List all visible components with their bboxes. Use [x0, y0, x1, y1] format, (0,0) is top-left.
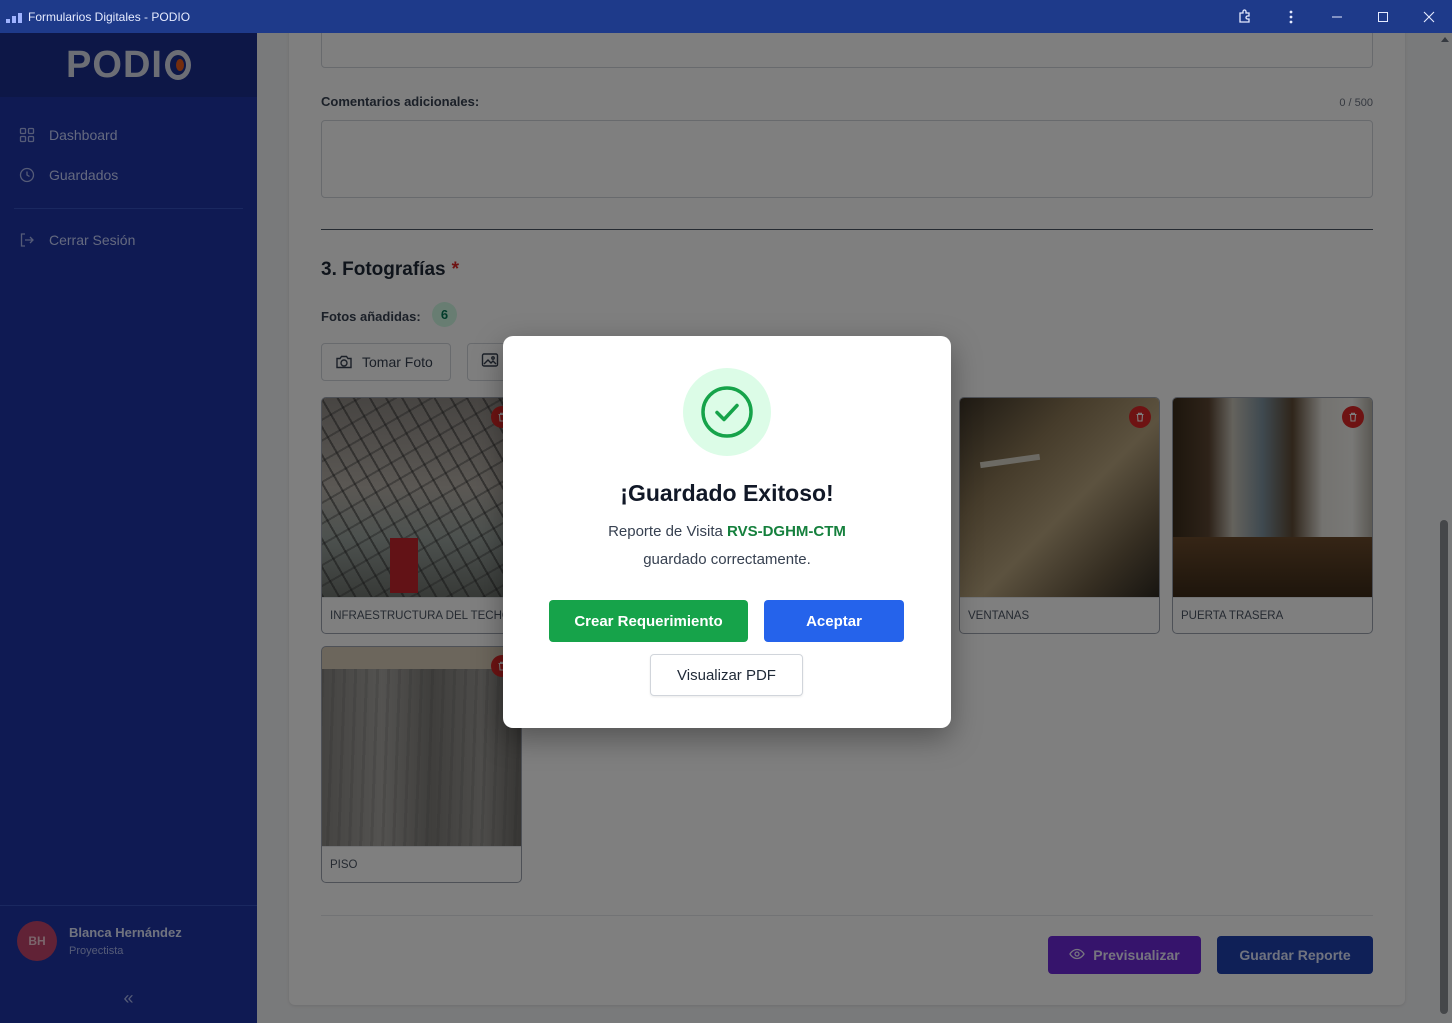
window-titlebar: Formularios Digitales - PODIO [0, 0, 1452, 33]
dialog-title: ¡Guardado Exitoso! [620, 480, 834, 506]
success-dialog: ¡Guardado Exitoso! Reporte de Visita RVS… [503, 336, 951, 728]
minimize-icon[interactable] [1314, 0, 1360, 33]
more-icon[interactable] [1268, 0, 1314, 33]
window-controls [1222, 0, 1452, 33]
create-requirement-button[interactable]: Crear Requerimiento [549, 600, 748, 642]
close-icon[interactable] [1406, 0, 1452, 33]
view-pdf-button[interactable]: Visualizar PDF [650, 654, 803, 696]
accept-button[interactable]: Aceptar [764, 600, 904, 642]
window-title: Formularios Digitales - PODIO [28, 9, 191, 24]
dialog-message: Reporte de Visita RVS-DGHM-CTM guardado … [608, 523, 846, 568]
report-code: RVS-DGHM-CTM [727, 523, 846, 540]
maximize-icon[interactable] [1360, 0, 1406, 33]
extensions-icon[interactable] [1222, 0, 1268, 33]
app-icon [6, 11, 24, 23]
check-circle-icon [683, 368, 771, 456]
